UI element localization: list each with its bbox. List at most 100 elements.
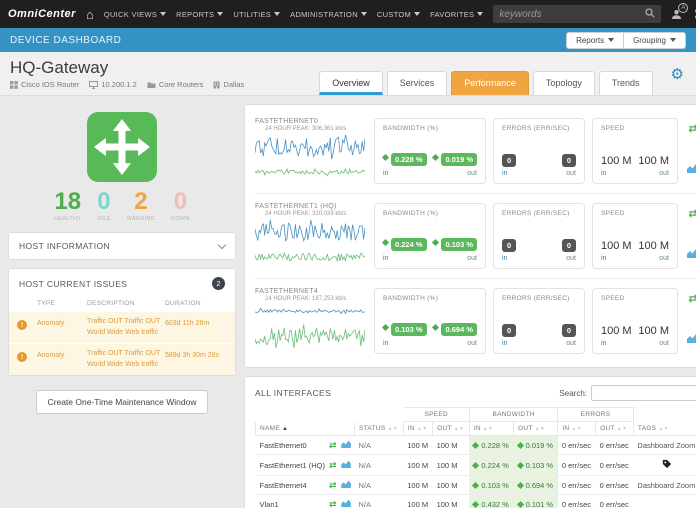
search-label: Search: [559, 389, 587, 398]
interface-peak: 24 HOUR PEAK: 330,039 kb/s [265, 211, 367, 217]
tags-cell[interactable]: Dashboard Zoom [633, 436, 696, 455]
tags-cell[interactable]: Dashboard Zoom [633, 476, 696, 495]
bandwidth-out-cell: 0.103 % [514, 455, 558, 476]
chart-icon[interactable] [687, 160, 696, 178]
device-summary-column: 18 HEALTHY 0 IDLE 2 WARNING 0 DOWN HOST … [8, 104, 236, 414]
issues-count-badge: 2 [212, 277, 225, 290]
issue-row[interactable]: ! Anomaly Traffic OUT Traffic OUT World … [9, 311, 235, 343]
issue-row[interactable]: ! Anomaly Traffic OUT Traffic OUT World … [9, 343, 235, 375]
menu-custom[interactable]: CUSTOM [377, 10, 420, 19]
omnicenter-logo[interactable]: OmniCenter [8, 8, 76, 20]
menu-favorites[interactable]: FAVORITES [430, 10, 483, 19]
warning-icon: ! [17, 352, 27, 362]
table-row[interactable]: FastEthernet4⇄N/A100 M100 M0.103 %0.694 … [256, 476, 696, 495]
col-speed-out[interactable]: OUT▲▼ [433, 422, 470, 436]
chart-icon[interactable] [341, 480, 351, 490]
tab-topology[interactable]: Topology [533, 71, 595, 95]
swap-arrows-icon[interactable]: ⇄ [688, 209, 696, 220]
bandwidth-card: BANDWIDTH (%) 0.103 %in 0.694 %out [374, 288, 486, 354]
search-input[interactable] [499, 9, 639, 20]
chart-icon[interactable] [341, 460, 351, 470]
status-cell: N/A [355, 455, 404, 476]
col-speed-in[interactable]: IN▲▼ [403, 422, 432, 436]
status-diamond-icon [472, 501, 479, 508]
chart-icon[interactable] [687, 245, 696, 263]
col-tags[interactable]: TAGS▲▼ [633, 422, 696, 436]
issues-column-headers: TYPE DESCRIPTION DURATION [9, 298, 235, 311]
interfaces-table-body: FastEthernet0⇄N/A100 M100 M0.228 %0.019 … [256, 436, 696, 508]
tags-cell [633, 455, 696, 476]
table-row[interactable]: FastEthernet0⇄N/A100 M100 M0.228 %0.019 … [256, 436, 696, 455]
status-cell: N/A [355, 476, 404, 495]
interface-perf-row: FASTETHERNET1 (HQ) 24 HOUR PEAK: 330,039… [255, 194, 696, 279]
menu-administration[interactable]: ADMINISTRATION [290, 10, 367, 19]
table-row[interactable]: Vlan1⇄N/A100 M100 M0.432 %0.101 %0 err/s… [256, 495, 696, 508]
group-bandwidth: BANDWIDTH [469, 408, 558, 422]
errors-in-cell: 0 err/sec [558, 476, 596, 495]
reports-button[interactable]: Reports [566, 32, 624, 49]
table-row[interactable]: FastEthernet1 (HQ)⇄N/A100 M100 M0.224 %0… [256, 455, 696, 476]
swap-arrows-icon[interactable]: ⇄ [329, 461, 337, 470]
menu-reports[interactable]: REPORTS [176, 10, 223, 19]
traffic-in-sparkline [255, 134, 365, 160]
bandwidth-in-cell: 0.228 % [469, 436, 513, 455]
interface-name-link[interactable]: FastEthernet1 (HQ) [260, 461, 325, 470]
errors-out-cell: 0 err/sec [596, 476, 634, 495]
create-maintenance-window-button[interactable]: Create One-Time Maintenance Window [36, 390, 209, 414]
host-information-panel[interactable]: HOST INFORMATION [8, 232, 236, 260]
col-status[interactable]: STATUS▲▼ [355, 422, 404, 436]
swap-arrows-icon[interactable]: ⇄ [688, 294, 696, 305]
swap-arrows-icon[interactable]: ⇄ [329, 441, 337, 450]
bandwidth-in-cell: 0.224 % [469, 455, 513, 476]
sort-icon: ▲▼ [387, 426, 398, 432]
col-err-in[interactable]: IN▲▼ [558, 422, 596, 436]
speed-in-cell: 100 M [403, 436, 432, 455]
top-navbar: OmniCenter ⌂ QUICK VIEWS REPORTS UTILITI… [0, 0, 696, 28]
interface-name-link[interactable]: FastEthernet4 [260, 481, 325, 490]
sort-asc-icon: ▲ [282, 426, 288, 432]
swap-arrows-icon[interactable]: ⇄ [329, 500, 337, 508]
home-icon[interactable]: ⌂ [86, 8, 94, 21]
speed-out-cell: 100 M [433, 436, 470, 455]
device-name: HQ-Gateway [10, 58, 244, 78]
status-diamond-icon [517, 442, 524, 449]
all-interfaces-panel: ALL INTERFACES Search: SPEED BANDWIDTH E… [244, 376, 696, 508]
col-bw-in[interactable]: IN▲▼ [469, 422, 513, 436]
status-diamond-icon [517, 501, 524, 508]
col-err-out[interactable]: OUT▲▼ [596, 422, 634, 436]
tab-services[interactable]: Services [387, 71, 448, 95]
counter-healthy: 18 HEALTHY [54, 190, 81, 222]
tab-performance[interactable]: Performance [451, 71, 529, 95]
chart-icon[interactable] [341, 440, 351, 450]
tab-overview[interactable]: Overview [319, 71, 383, 95]
grouping-button[interactable]: Grouping [624, 32, 686, 49]
tags-cell [633, 495, 696, 508]
tag-icon [662, 459, 672, 469]
bandwidth-out-cell: 0.694 % [514, 476, 558, 495]
menu-utilities[interactable]: UTILITIES [233, 10, 280, 19]
swap-arrows-icon[interactable]: ⇄ [688, 124, 696, 135]
tab-trends[interactable]: Trends [599, 71, 653, 95]
status-diamond-icon [432, 324, 439, 331]
interface-name-link[interactable]: Vlan1 [260, 500, 325, 508]
chart-icon[interactable] [341, 499, 351, 508]
search-icon[interactable] [645, 5, 655, 23]
errors-in-cell: 0 err/sec [558, 436, 596, 455]
menu-quick-views[interactable]: QUICK VIEWS [104, 10, 166, 19]
chevron-down-icon [274, 12, 280, 16]
interfaces-search-input[interactable] [591, 385, 696, 401]
status-diamond-icon [382, 239, 389, 246]
settings-gear-icon[interactable]: ⚙ [671, 65, 684, 83]
sort-icon: ▲▼ [454, 426, 465, 432]
col-name[interactable]: NAME▲ [256, 422, 355, 436]
col-bw-out[interactable]: OUT▲▼ [514, 422, 558, 436]
chart-icon[interactable] [687, 330, 696, 348]
user-icon[interactable]: A [671, 9, 688, 20]
counter-warning: 2 WARNING [127, 190, 155, 222]
swap-arrows-icon[interactable]: ⇄ [329, 481, 337, 490]
errors-out-cell: 0 err/sec [596, 495, 634, 508]
interface-name-link[interactable]: FastEthernet0 [260, 441, 325, 450]
traffic-in-sparkline [255, 304, 365, 318]
speed-out-cell: 100 M [433, 476, 470, 495]
sort-icon: ▲▼ [658, 426, 669, 432]
